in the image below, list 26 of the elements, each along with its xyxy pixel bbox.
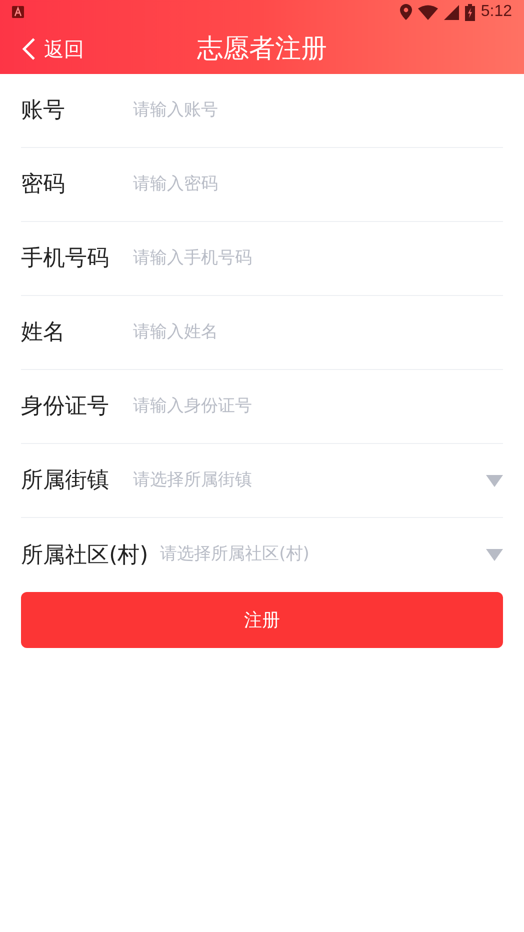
field-label: 身份证号 (21, 393, 110, 421)
input-field[interactable]: 请输入身份证号 (133, 394, 503, 420)
field-label: 姓名 (21, 319, 66, 347)
input-field[interactable]: 请输入手机号码 (133, 246, 503, 272)
input-field[interactable]: 请输入姓名 (133, 320, 503, 346)
back-button[interactable]: 返回 (22, 34, 84, 64)
field-label: 账号 (21, 97, 66, 125)
dropdown-caret-icon[interactable] (486, 474, 503, 486)
dropdown-caret-icon[interactable] (486, 549, 503, 561)
field-label: 所属街镇 (21, 467, 110, 495)
back-chevron-icon (22, 37, 36, 61)
wifi-icon (418, 4, 438, 20)
register-button[interactable]: 注册 (21, 592, 503, 648)
app-notification-icon (12, 6, 24, 18)
input-field[interactable]: 请输入密码 (133, 172, 503, 198)
input-field[interactable]: 请输入账号 (133, 98, 503, 124)
select-field[interactable]: 请选择所属社区(村) (160, 542, 478, 568)
battery-charging-icon (464, 4, 475, 20)
status-time: 5:12 (480, 2, 512, 22)
page-title: 志愿者注册 (197, 32, 327, 66)
field-label: 手机号码 (21, 245, 110, 273)
location-icon (400, 4, 412, 20)
signal-icon (444, 4, 459, 20)
select-field[interactable]: 请选择所属街镇 (133, 468, 478, 494)
field-label: 密码 (21, 171, 66, 199)
field-label: 所属社区(村) (21, 542, 148, 570)
